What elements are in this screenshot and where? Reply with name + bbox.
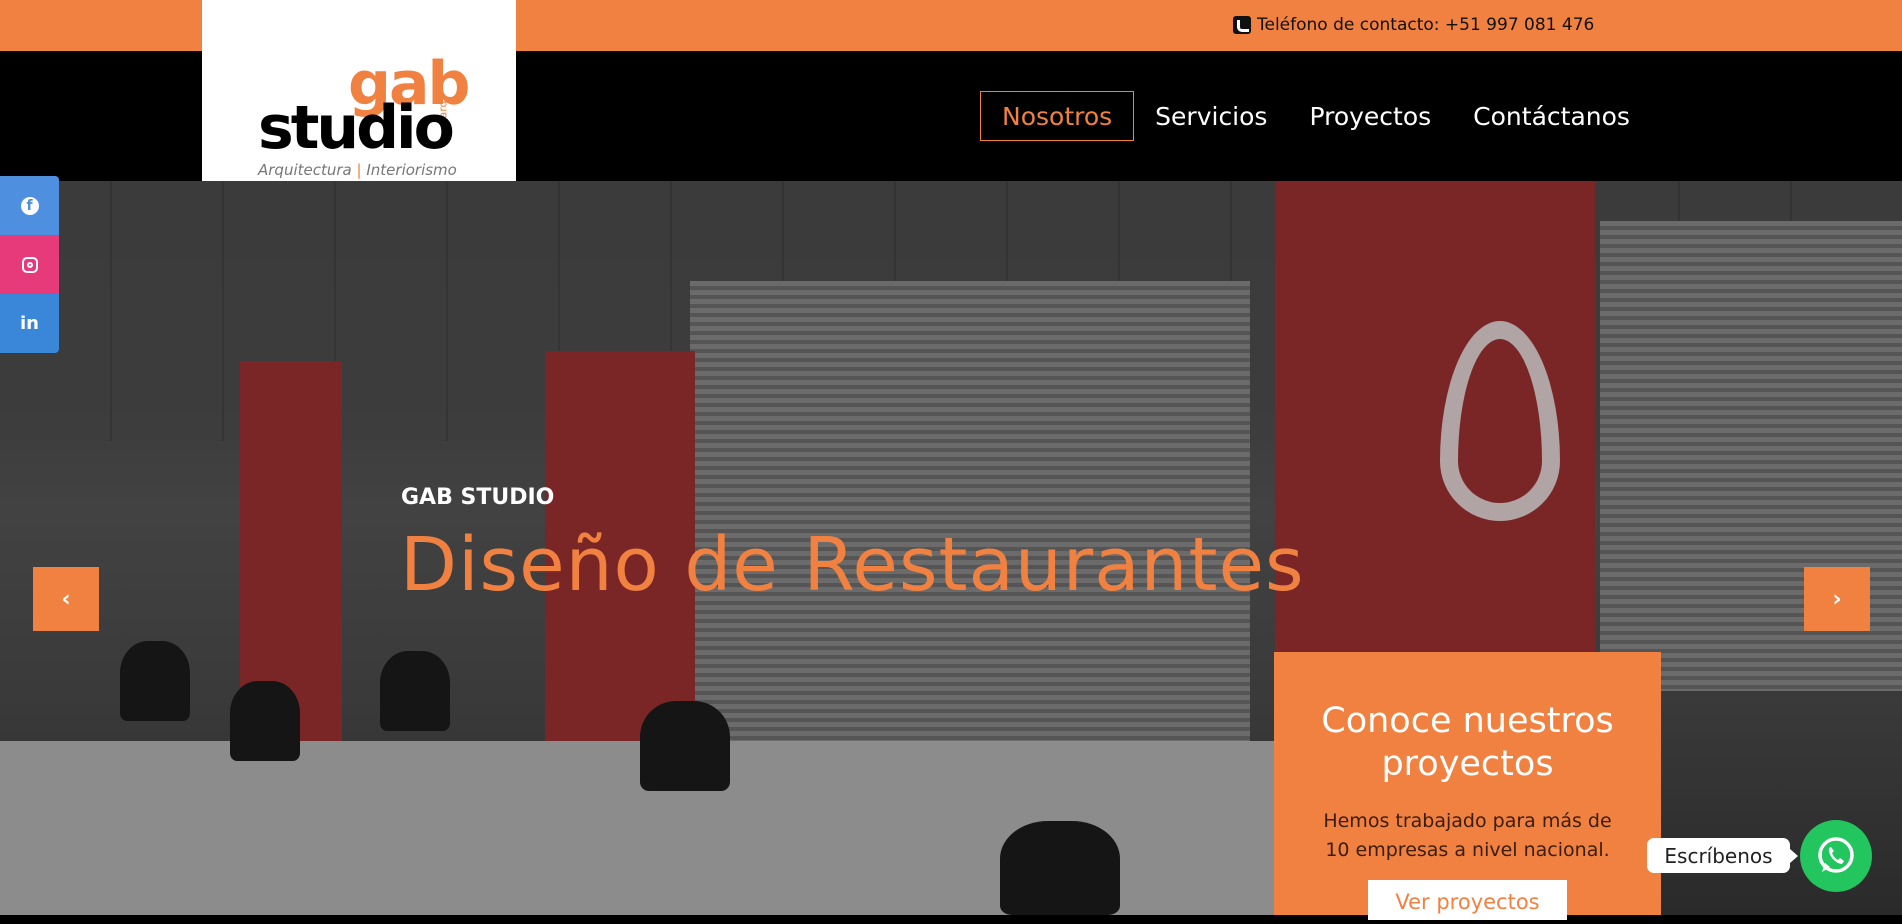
projects-card-title: Conoce nuestros proyectos [1321, 701, 1614, 784]
linkedin-link[interactable]: in [0, 294, 59, 353]
nav-contactanos[interactable]: Contáctanos [1452, 91, 1651, 141]
facebook-icon: f [20, 196, 39, 215]
logo-tagline: Arquitectura | Interiorismo [258, 161, 457, 179]
tagline-separator: | [356, 161, 362, 179]
whatsapp-icon [1818, 837, 1854, 873]
chat-label[interactable]: Escríbenos [1647, 838, 1798, 873]
slider-next-button[interactable]: › [1804, 567, 1870, 631]
hero-chair [120, 641, 190, 721]
nav-proyectos[interactable]: Proyectos [1288, 91, 1452, 141]
projects-card-text: Hemos trabajado para más de 10 empresas … [1323, 810, 1612, 861]
phone-icon [1233, 16, 1251, 34]
phone-label: Teléfono de contacto: +51 997 081 476 [1257, 15, 1595, 35]
phone-contact[interactable]: Teléfono de contacto: +51 997 081 476 [1233, 14, 1594, 36]
instagram-icon [21, 256, 38, 273]
tagline-left: Arquitectura [258, 161, 352, 179]
slider-prev-button[interactable]: ‹ [33, 567, 99, 631]
facebook-link[interactable]: f [0, 176, 59, 235]
projects-card: Conoce nuestros proyectos Hemos trabajad… [1274, 652, 1661, 920]
linkedin-icon: in [20, 313, 39, 334]
whatsapp-button[interactable] [1800, 820, 1872, 892]
hero-chair [380, 651, 450, 731]
instagram-link[interactable] [0, 235, 59, 294]
logo-word-studio: studio [258, 93, 455, 163]
chevron-left-icon: ‹ [61, 586, 71, 612]
hero-chair [640, 701, 730, 791]
main-nav: Nosotros Servicios Proyectos Contáctanos [980, 91, 1651, 141]
hero-eyebrow: GAB STUDIO [401, 485, 555, 510]
nav-nosotros[interactable]: Nosotros [980, 91, 1135, 141]
tagline-right: Interiorismo [366, 161, 457, 179]
hero-chair [1000, 821, 1120, 915]
hero-chair [230, 681, 300, 761]
chevron-right-icon: › [1832, 586, 1842, 612]
site-logo[interactable]: gab arq studio Arquitectura | Interioris… [202, 0, 516, 181]
hero-window-blinds [690, 281, 1250, 751]
hero-headline: Diseño de Restaurantes [400, 522, 1305, 608]
view-projects-button[interactable]: Ver proyectos [1368, 880, 1567, 920]
nav-servicios[interactable]: Servicios [1134, 91, 1288, 141]
